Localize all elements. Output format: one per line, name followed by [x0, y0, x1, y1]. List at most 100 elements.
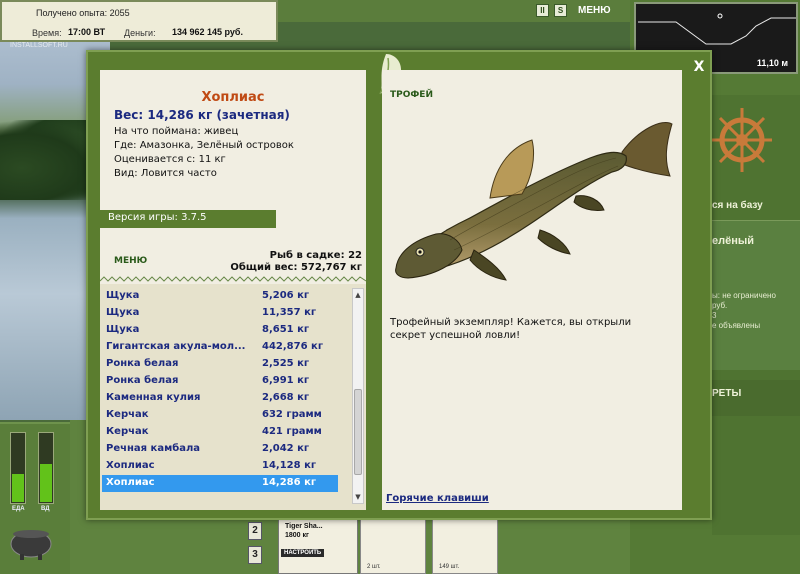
- list-item-weight: 2,042 кг: [262, 443, 310, 454]
- list-item-weight: 421 грамм: [262, 426, 322, 437]
- slot-3-button[interactable]: 3: [248, 546, 262, 564]
- pause-icon[interactable]: II: [536, 4, 549, 17]
- energy-gauge-fill: [40, 463, 52, 502]
- list-item-weight: 2,668 кг: [262, 392, 310, 403]
- list-item-name: Ронка белая: [106, 358, 179, 369]
- hotkeys-link[interactable]: Горячие клавиши: [386, 493, 489, 504]
- list-item-name: Керчак: [106, 409, 149, 420]
- location-line-1: ы: не ограничено: [712, 291, 776, 300]
- catch-dialog: X Хоплиас Вес: 14,286 кг (зачетная) На ч…: [86, 50, 712, 520]
- caught-on-text: На что поймана: живец: [114, 126, 239, 137]
- list-item-weight: 632 грамм: [262, 409, 322, 420]
- list-item[interactable]: Керчак 421 грамм: [102, 424, 338, 441]
- time-label: Время:: [32, 28, 62, 38]
- list-item-name: Керчак: [106, 426, 149, 437]
- list-item-name: Хоплиас: [106, 460, 155, 471]
- tackle-name: Tiger Sha...: [285, 523, 323, 530]
- list-item-name: Щука: [106, 324, 140, 335]
- location-text: Где: Амазонка, Зелёный островок: [114, 140, 294, 151]
- experience-text: Получено опыта: 2055: [36, 8, 130, 18]
- secrets-label: РЕТЫ: [712, 388, 742, 399]
- tackle-slot[interactable]: Tiger Sha... 1800 кг НАСТРОИТЬ: [278, 518, 358, 574]
- top-menu-button[interactable]: МЕНЮ: [578, 5, 611, 16]
- energy-gauge: [38, 432, 54, 504]
- keepnet-count: Рыб в садке: 22: [269, 250, 362, 261]
- list-item[interactable]: Керчак 632 грамм: [102, 407, 338, 424]
- version-bar: Версия игры: 3.7.5: [98, 210, 276, 228]
- list-item-name: Гигантская акула-мол...: [106, 341, 246, 352]
- scroll-thumb[interactable]: [354, 389, 362, 475]
- slot-2-button[interactable]: 2: [248, 522, 262, 540]
- tackle-weight: 1800 кг: [285, 532, 309, 539]
- trophy-message: Трофейный экземпляр! Кажется, вы открыли…: [390, 317, 632, 341]
- list-item-selected[interactable]: Хоплиас 14,286 кг: [102, 475, 338, 492]
- list-item-weight: 8,651 кг: [262, 324, 310, 335]
- keepnet-weight: Общий вес: 572,767 кг: [230, 262, 362, 273]
- cauldron-icon[interactable]: [6, 522, 56, 562]
- list-item-weight: 14,286 кг: [262, 477, 317, 488]
- bait-2-count: 149 шт.: [439, 564, 460, 570]
- list-item-name: Щука: [106, 290, 140, 301]
- money-label: Деньги:: [124, 28, 156, 38]
- bait-slot-1[interactable]: 2 шт.: [360, 518, 426, 574]
- catch-list: Щука 5,206 кг Щука 11,357 кг Щука 8,651 …: [100, 284, 366, 510]
- list-item[interactable]: Щука 8,651 кг: [102, 322, 338, 339]
- trophy-label: ТРОФЕЙ: [390, 90, 433, 100]
- fish-weight: Вес: 14,286 кг (зачетная): [114, 108, 290, 122]
- food-gauge-fill: [12, 474, 24, 502]
- trophy-panel: ТРОФЕЙ Трофейный экземпляр! Кажется, вы …: [382, 70, 682, 510]
- list-item[interactable]: Хоплиас 14,128 кг: [102, 458, 338, 475]
- fish-name: Хоплиас: [201, 90, 265, 105]
- depth-value: 11,10 м: [756, 58, 788, 68]
- list-item-name: Ронка белая: [106, 375, 179, 386]
- money-value: 134 962 145 руб.: [172, 27, 243, 37]
- bait-1-count: 2 шт.: [367, 564, 381, 570]
- list-item[interactable]: Ронка белая 6,991 кг: [102, 373, 338, 390]
- list-item[interactable]: Щука 11,357 кг: [102, 305, 338, 322]
- list-item[interactable]: Речная камбала 2,042 кг: [102, 441, 338, 458]
- location-card: ся на базу елёный ы: не ограничено руб. …: [712, 95, 800, 535]
- status-gauges: ЕДА ВД: [0, 422, 70, 574]
- sound-icon[interactable]: S: [554, 4, 567, 17]
- location-info-box: елёный ы: не ограничено руб. 3 е объявле…: [712, 220, 800, 370]
- list-item-name: Хоплиас: [106, 477, 155, 488]
- game-version: Версия игры: 3.7.5: [108, 212, 207, 223]
- list-item[interactable]: Каменная кулия 2,668 кг: [102, 390, 338, 407]
- list-item[interactable]: Гигантская акула-мол... 442,876 кг: [102, 339, 338, 356]
- list-item[interactable]: Щука 5,206 кг: [102, 288, 338, 305]
- location-line-3: 3: [712, 311, 717, 320]
- bait-slot-2[interactable]: 149 шт.: [432, 518, 498, 574]
- setup-button[interactable]: НАСТРОИТЬ: [281, 549, 325, 557]
- list-item-weight: 11,357 кг: [262, 307, 317, 318]
- time-value: 17:00 ВТ: [68, 27, 106, 37]
- species-status-text: Вид: Ловится часто: [114, 168, 217, 179]
- scroll-down-icon[interactable]: ▼: [353, 491, 363, 503]
- food-label: ЕДА: [12, 506, 25, 512]
- fish-info-panel: Хоплиас Вес: 14,286 кг (зачетная) На что…: [98, 70, 366, 510]
- close-button[interactable]: X: [692, 60, 706, 74]
- secrets-button[interactable]: РЕТЫ: [712, 380, 800, 416]
- return-to-base-label[interactable]: ся на базу: [712, 200, 763, 211]
- location-line-4: е объявлены: [712, 321, 761, 330]
- list-item-weight: 442,876 кг: [262, 341, 324, 352]
- list-scrollbar[interactable]: ▲ ▼: [352, 288, 364, 504]
- menu-link[interactable]: МЕНЮ: [114, 256, 147, 266]
- fish-image: [395, 122, 673, 281]
- valued-from-text: Оценивается с: 11 кг: [114, 154, 226, 165]
- list-item-weight: 2,525 кг: [262, 358, 310, 369]
- energy-label: ВД: [41, 506, 50, 512]
- location-line-2: руб.: [712, 301, 728, 310]
- location-title: елёный: [712, 235, 755, 247]
- list-item[interactable]: Ронка белая 2,525 кг: [102, 356, 338, 373]
- list-item-weight: 6,991 кг: [262, 375, 310, 386]
- scroll-up-icon[interactable]: ▲: [353, 289, 363, 301]
- food-gauge: [10, 432, 26, 504]
- list-item-name: Каменная кулия: [106, 392, 201, 403]
- list-item-weight: 5,206 кг: [262, 290, 310, 301]
- list-item-name: Речная камбала: [106, 443, 201, 454]
- list-item-weight: 14,128 кг: [262, 460, 317, 471]
- player-info-box: Получено опыта: 2055 Время: 17:00 ВТ Ден…: [0, 0, 278, 42]
- watermark: INSTALLSOFT.RU: [10, 42, 68, 49]
- ship-wheel-icon: [712, 108, 772, 172]
- list-item-name: Щука: [106, 307, 140, 318]
